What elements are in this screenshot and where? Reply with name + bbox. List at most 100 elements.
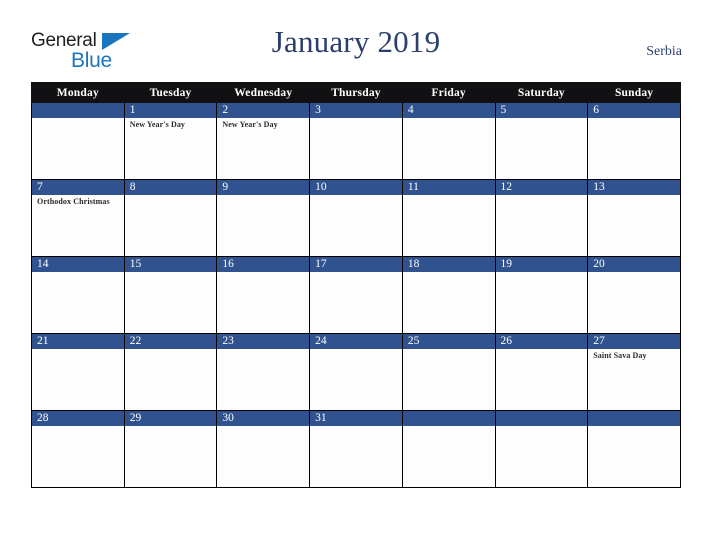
day-number: 13 [588,180,680,195]
day-number: 1 [124,103,217,118]
day-number: 28 [32,411,124,426]
calendar-day-cell[interactable]: 24 [309,333,403,411]
day-number: 25 [402,334,495,349]
calendar-day-cell[interactable]: 16 [216,256,311,334]
calendar-day-cell[interactable]: 2 New Year's Day [216,102,311,180]
day-number: 27 [588,334,680,349]
day-cell-content: 19 [495,257,588,333]
day-number: 7 [32,180,124,195]
calendar-week-row: 28 29 30 31 [31,410,681,488]
day-number: 3 [310,103,402,118]
weekday-header-row: Monday Tuesday Wednesday Thursday Friday… [31,82,681,103]
day-cell-content: 16 [217,257,310,333]
day-number [588,411,680,426]
calendar-day-cell[interactable]: 18 [401,256,496,334]
day-number [402,411,495,426]
calendar-day-cell[interactable] [401,410,496,488]
calendar-day-cell[interactable] [494,410,589,488]
calendar-day-cell[interactable]: 15 [123,256,218,334]
calendar-day-cell[interactable]: 31 [309,410,403,488]
day-cell-content: 4 [402,103,495,179]
calendar-day-cell[interactable]: 30 [216,410,311,488]
calendar-week-row: 21 22 23 24 25 26 27 Saint Sava Day [31,333,681,411]
day-number: 12 [495,180,588,195]
day-number: 17 [310,257,402,272]
day-number: 18 [402,257,495,272]
day-cell-content: 28 [32,411,124,487]
weekday-header-thursday: Thursday [309,82,403,103]
calendar-day-cell[interactable]: 20 [587,256,681,334]
day-number: 16 [217,257,310,272]
day-events: New Year's Day [217,118,309,130]
calendar-week-row: 1 New Year's Day 2 New Year's Day 3 4 5 6 [31,102,681,180]
day-cell-content: 7 Orthodox Christmas [32,180,124,256]
calendar-day-cell[interactable]: 26 [494,333,589,411]
calendar-day-cell[interactable] [31,102,125,180]
calendar-day-cell[interactable]: 13 [587,179,681,257]
day-cell-content: 9 [217,180,310,256]
calendar-day-cell[interactable]: 14 [31,256,125,334]
calendar-day-cell[interactable]: 19 [494,256,589,334]
holiday-label: New Year's Day [129,120,186,129]
calendar-day-cell[interactable]: 17 [309,256,403,334]
holiday-label: New Year's Day [222,120,278,129]
day-cell-content: 22 [124,334,217,410]
day-number: 5 [495,103,588,118]
calendar-day-cell[interactable]: 25 [401,333,496,411]
weekday-header-monday: Monday [31,82,125,103]
calendar-day-cell[interactable]: 29 [123,410,218,488]
day-cell-content: 13 [588,180,680,256]
calendar-day-cell[interactable]: 23 [216,333,311,411]
day-cell-content: 24 [310,334,402,410]
calendar-day-cell[interactable]: 6 [587,102,681,180]
day-number [32,103,124,118]
calendar-day-cell[interactable]: 22 [123,333,218,411]
day-cell-content: 25 [402,334,495,410]
calendar-day-cell[interactable]: 3 [309,102,403,180]
calendar-day-cell[interactable]: 1 New Year's Day [123,102,218,180]
weekday-header-tuesday: Tuesday [123,82,218,103]
calendar-day-cell[interactable]: 12 [494,179,589,257]
day-number [495,411,588,426]
day-cell-content: 26 [495,334,588,410]
calendar-day-cell[interactable]: 7 Orthodox Christmas [31,179,125,257]
day-cell-content [402,411,495,487]
day-cell-content: 27 Saint Sava Day [588,334,680,410]
day-number: 2 [217,103,310,118]
day-number: 20 [588,257,680,272]
calendar-day-cell[interactable]: 27 Saint Sava Day [587,333,681,411]
day-number: 24 [310,334,402,349]
page-title: January 2019 [271,24,441,59]
page-header: General Blue January 2019 Serbia [0,0,712,82]
day-number: 22 [124,334,217,349]
day-number: 23 [217,334,310,349]
day-cell-content: 29 [124,411,217,487]
day-cell-content: 21 [32,334,124,410]
calendar-day-cell[interactable]: 4 [401,102,496,180]
day-number: 26 [495,334,588,349]
day-cell-content: 17 [310,257,402,333]
calendar-week-row: 7 Orthodox Christmas 8 9 10 11 12 13 [31,179,681,257]
calendar-day-cell[interactable]: 28 [31,410,125,488]
day-cell-content: 14 [32,257,124,333]
day-events: Orthodox Christmas [32,195,124,207]
calendar-day-cell[interactable]: 9 [216,179,311,257]
day-cell-content [495,411,588,487]
day-number: 11 [402,180,495,195]
region-label: Serbia [646,44,682,59]
day-cell-content [588,411,680,487]
calendar-day-cell[interactable]: 11 [401,179,496,257]
day-cell-content: 5 [495,103,588,179]
weekday-header-friday: Friday [401,82,496,103]
day-events: New Year's Day [125,118,217,130]
day-number: 6 [588,103,680,118]
day-number: 10 [310,180,402,195]
calendar-day-cell[interactable]: 5 [494,102,589,180]
calendar-week-row: 14 15 16 17 18 19 20 [31,256,681,334]
calendar-day-cell[interactable] [587,410,681,488]
calendar-day-cell[interactable]: 21 [31,333,125,411]
day-number: 31 [310,411,402,426]
calendar-day-cell[interactable]: 10 [309,179,403,257]
calendar-day-cell[interactable]: 8 [123,179,218,257]
day-number: 8 [124,180,217,195]
